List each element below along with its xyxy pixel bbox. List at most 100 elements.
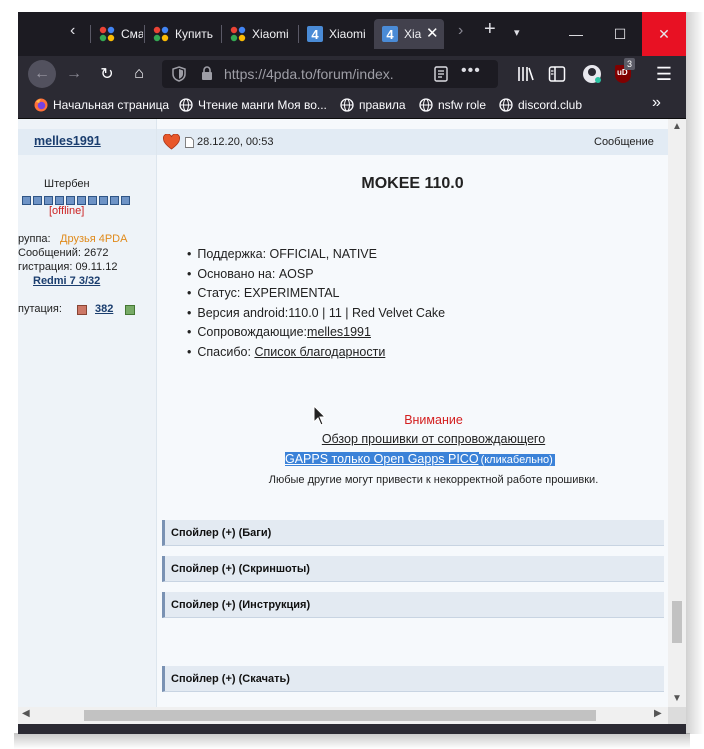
more-bookmarks-icon[interactable]: » bbox=[652, 94, 661, 112]
username-bar: melles1991 bbox=[18, 129, 156, 155]
scroll-down-icon[interactable]: ▼ bbox=[672, 693, 682, 704]
tab-2[interactable]: Купить bbox=[145, 19, 220, 49]
maintainer-link[interactable]: melles1991 bbox=[307, 325, 371, 339]
tab-label: Xiaomi bbox=[252, 27, 289, 41]
list-item: Поддержка: OFFICIAL, NATIVE bbox=[187, 245, 445, 265]
globe-icon bbox=[179, 98, 193, 112]
user-posts: Сообщений: 2672 bbox=[18, 247, 109, 259]
tab-scroll-right-icon[interactable]: › bbox=[458, 22, 463, 40]
sidebar-icon[interactable] bbox=[548, 65, 566, 83]
group-value: Друзья 4PDA bbox=[60, 233, 128, 245]
page-actions-icon[interactable]: ••• bbox=[461, 62, 481, 80]
spoiler-screenshots[interactable]: Спойлер (+) (Скриншоты) bbox=[162, 556, 664, 582]
maximize-icon[interactable]: ☐ bbox=[598, 12, 642, 56]
bookmark-label: Начальная страница bbox=[53, 98, 170, 112]
home-icon[interactable]: ⌂ bbox=[125, 60, 153, 88]
colorful-app-icon bbox=[230, 26, 246, 42]
colorful-app-icon bbox=[153, 26, 169, 42]
lock-icon[interactable] bbox=[201, 66, 213, 81]
bookmark-label: nsfw role bbox=[438, 98, 487, 112]
heart-icon[interactable] bbox=[163, 134, 180, 150]
review-link[interactable]: Обзор прошивки от сопровождающего bbox=[322, 432, 545, 446]
spoiler-instructions[interactable]: Спойлер (+) (Инструкция) bbox=[162, 592, 664, 618]
review-link-wrap: Обзор прошивки от сопровождающего bbox=[237, 432, 630, 446]
bookmark-label: discord.club bbox=[518, 98, 583, 112]
tab-1[interactable]: Смарт bbox=[91, 19, 143, 49]
tab-3[interactable]: Xiaomi bbox=[222, 19, 297, 49]
close-tab-icon[interactable]: ✕ bbox=[426, 19, 439, 49]
window-bottom-edge bbox=[18, 724, 686, 734]
horizontal-scrollbar[interactable]: ◀ ▶ bbox=[18, 707, 668, 724]
spoiler-download[interactable]: Спойлер (+) (Скачать) bbox=[162, 666, 664, 692]
tracking-protection-icon[interactable] bbox=[172, 66, 186, 82]
close-window-icon[interactable]: ✕ bbox=[642, 12, 686, 56]
scroll-left-icon[interactable]: ◀ bbox=[22, 708, 30, 719]
bookmarks-bar: Начальная страница Чтение манги Моя во..… bbox=[18, 92, 686, 119]
bookmark-label: правила bbox=[359, 98, 406, 112]
scroll-up-icon[interactable]: ▲ bbox=[672, 121, 682, 132]
post-header: 28.12.20, 00:53 Сообщение bbox=[157, 129, 668, 155]
tab-label: Xia bbox=[404, 27, 422, 41]
group-label: руппа: bbox=[18, 233, 51, 245]
reputation-label: путация: bbox=[18, 303, 62, 315]
extension-badge: 3 bbox=[624, 58, 636, 70]
url-text: https://4pda.to/forum/index.php?sh bbox=[224, 66, 394, 82]
list-item: Сопровождающие:melles1991 bbox=[187, 323, 445, 343]
rep-plus-icon[interactable] bbox=[125, 305, 135, 315]
library-icon[interactable] bbox=[517, 65, 535, 83]
list-item: Спасибо: Список благодарности bbox=[187, 343, 445, 363]
firefox-icon bbox=[34, 98, 48, 112]
tab-4[interactable]: 4 Xiaomi bbox=[299, 19, 373, 49]
discord-icon bbox=[499, 98, 513, 112]
user-registered: гистрация: 09.11.12 bbox=[18, 261, 118, 273]
document-icon bbox=[185, 137, 194, 148]
gapps-link[interactable]: GAPPS только Open Gapps PICO bbox=[285, 452, 479, 466]
attention-label: Внимание bbox=[404, 413, 463, 427]
bookmark-label: Чтение манги Моя во... bbox=[198, 98, 327, 112]
back-icon[interactable]: ← bbox=[28, 60, 56, 88]
globe-icon bbox=[419, 98, 433, 112]
browser-window: ‹ Смарт Купить Xiaomi 4 Xiaomi 4 Xia ✕ ›… bbox=[18, 12, 686, 734]
horizontal-scroll-thumb[interactable] bbox=[84, 710, 596, 721]
4pda-icon: 4 bbox=[382, 26, 398, 42]
tab-scroll-left-icon[interactable]: ‹ bbox=[70, 22, 75, 40]
message-label[interactable]: Сообщение bbox=[594, 136, 654, 148]
4pda-icon: 4 bbox=[307, 26, 323, 42]
url-bar[interactable]: https://4pda.to/forum/index.php?sh ••• bbox=[162, 60, 498, 88]
reputation-value[interactable]: 382 bbox=[95, 303, 113, 315]
account-avatar-icon[interactable] bbox=[583, 65, 601, 83]
list-item: Статус: EXPERIMENTAL bbox=[187, 284, 445, 304]
page-content: melles1991 Штербен [offline] руппа: Друз… bbox=[18, 119, 668, 707]
minimize-icon[interactable]: — bbox=[554, 12, 598, 56]
thanks-link[interactable]: Список благодарности bbox=[254, 345, 385, 359]
user-device-link[interactable]: Redmi 7 3/32 bbox=[33, 275, 100, 287]
vertical-scrollbar[interactable]: ▲ ▼ bbox=[668, 119, 686, 707]
scroll-right-icon[interactable]: ▶ bbox=[654, 708, 662, 719]
list-all-tabs-icon[interactable]: ▾ bbox=[514, 26, 520, 39]
reader-view-icon[interactable] bbox=[434, 66, 448, 82]
menu-icon[interactable]: ☰ bbox=[650, 60, 678, 88]
tab-bar: ‹ Смарт Купить Xiaomi 4 Xiaomi 4 Xia ✕ ›… bbox=[18, 12, 686, 56]
post-date: 28.12.20, 00:53 bbox=[197, 136, 274, 148]
tab-5-active[interactable]: 4 Xia ✕ bbox=[374, 19, 444, 49]
mouse-cursor-icon bbox=[313, 405, 327, 426]
rep-minus-icon[interactable] bbox=[77, 305, 87, 315]
globe-icon bbox=[340, 98, 354, 112]
username-link[interactable]: melles1991 bbox=[34, 134, 101, 148]
feature-list: Поддержка: OFFICIAL, NATIVE Основано на:… bbox=[187, 245, 445, 362]
svg-text:4: 4 bbox=[311, 27, 319, 42]
colorful-app-icon bbox=[99, 26, 115, 42]
new-tab-icon[interactable]: + bbox=[484, 18, 496, 41]
navigation-toolbar: ← → ↻ ⌂ https://4pda.to/forum/index.php?… bbox=[18, 56, 686, 92]
warning-text: Любые другие могут привести к некорректн… bbox=[268, 474, 599, 486]
vertical-scroll-thumb[interactable] bbox=[672, 601, 682, 643]
spoiler-bugs[interactable]: Спойлер (+) (Баги) bbox=[162, 520, 664, 546]
window-shadow-bottom bbox=[14, 733, 690, 749]
user-info-column: melles1991 Штербен [offline] руппа: Друз… bbox=[18, 119, 157, 707]
post-title: MOKEE 110.0 bbox=[361, 175, 464, 192]
scrollbar-corner bbox=[668, 707, 686, 724]
forward-icon[interactable]: → bbox=[60, 60, 88, 88]
gapps-line: GAPPS только Open Gapps PICO (кликабельно… bbox=[285, 452, 555, 466]
tab-label: Смарт bbox=[121, 27, 143, 41]
reload-icon[interactable]: ↻ bbox=[93, 60, 121, 88]
